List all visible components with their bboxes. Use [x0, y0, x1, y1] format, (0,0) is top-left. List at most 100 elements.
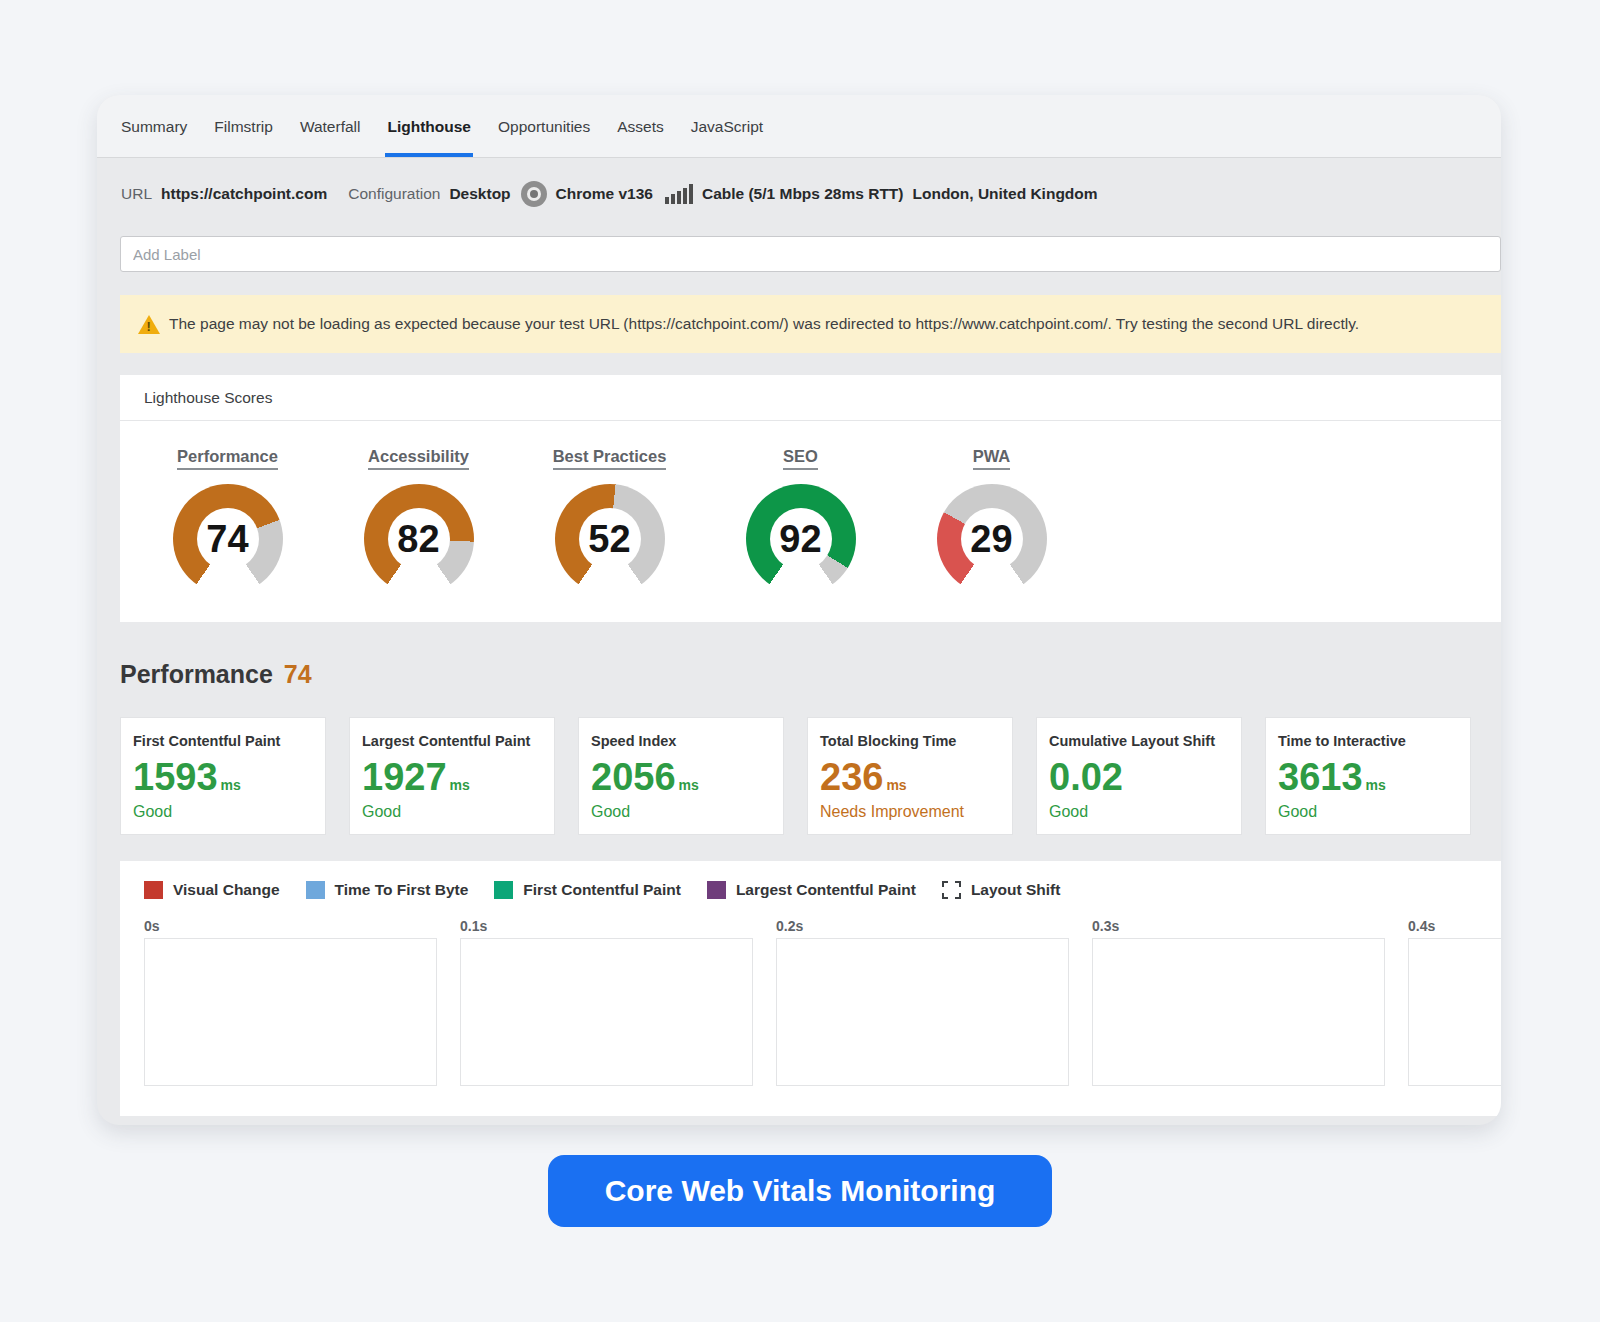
url-label: URL	[121, 185, 152, 203]
metric-cards: First Contentful Paint 1593ms Good Large…	[120, 717, 1501, 835]
metric-name: Total Blocking Time	[820, 733, 1000, 749]
browser-value: Chrome v136	[556, 185, 653, 203]
metric-value: 3613	[1278, 761, 1363, 793]
gauge-best-practices: Best Practices 52	[514, 447, 705, 594]
metric-status: Good	[1049, 803, 1229, 821]
tab-waterfall[interactable]: Waterfall	[298, 95, 363, 157]
lcp-swatch	[707, 881, 726, 899]
warning-icon	[138, 315, 160, 334]
metric-first-contentful-paint: First Contentful Paint 1593ms Good	[120, 717, 326, 835]
gauge-seo-score: 92	[746, 484, 856, 594]
metric-status: Good	[1278, 803, 1458, 821]
metric-status: Good	[591, 803, 771, 821]
lighthouse-scores-panel: Lighthouse Scores Performance 74 Accessi…	[120, 375, 1501, 622]
gauge-accessibility-ring: 82	[364, 484, 474, 594]
legend-layout-shift: Layout Shift	[942, 881, 1061, 899]
configuration-label: Configuration	[348, 185, 440, 203]
connection-value: Cable (5/1 Mbps 28ms RTT)	[702, 185, 904, 203]
location-value: London, United Kingdom	[912, 185, 1097, 203]
frame-image	[144, 938, 437, 1086]
gauge-pwa-ring: 29	[937, 484, 1047, 594]
gauge-best-practices-label[interactable]: Best Practices	[553, 447, 667, 470]
metric-unit: ms	[886, 777, 906, 793]
connection-signal-icon	[665, 184, 693, 204]
gauge-accessibility: Accessibility 82	[323, 447, 514, 594]
frame-time-label: 0.1s	[460, 918, 753, 934]
filmstrip-frame-04s: 0.4s	[1408, 918, 1501, 1086]
metric-status: Good	[133, 803, 313, 821]
legend-label: Visual Change	[173, 881, 280, 899]
tab-filmstrip[interactable]: Filmstrip	[212, 95, 275, 157]
legend-time-to-first-byte: Time To First Byte	[306, 881, 469, 899]
legend-visual-change: Visual Change	[144, 881, 280, 899]
tab-assets[interactable]: Assets	[615, 95, 666, 157]
legend-label: First Contentful Paint	[523, 881, 681, 899]
gauge-performance-label[interactable]: Performance	[177, 447, 278, 470]
filmstrip-legend: Visual Change Time To First Byte First C…	[144, 881, 1501, 899]
gauge-performance: Performance 74	[132, 447, 323, 594]
tab-javascript[interactable]: JavaScript	[689, 95, 765, 157]
legend-label: Time To First Byte	[335, 881, 469, 899]
tab-opportunities[interactable]: Opportunities	[496, 95, 592, 157]
gauge-pwa: PWA 29	[896, 447, 1087, 594]
metric-unit: ms	[679, 777, 699, 793]
frame-image	[776, 938, 1069, 1086]
gauge-seo-label[interactable]: SEO	[783, 447, 818, 470]
device-value: Desktop	[449, 185, 510, 203]
metric-largest-contentful-paint: Largest Contentful Paint 1927ms Good	[349, 717, 555, 835]
gauge-performance-ring: 74	[173, 484, 283, 594]
chrome-icon	[521, 181, 547, 207]
metric-total-blocking-time: Total Blocking Time 236ms Needs Improvem…	[807, 717, 1013, 835]
performance-score: 74	[284, 660, 312, 689]
frame-image	[460, 938, 753, 1086]
metric-cumulative-layout-shift: Cumulative Layout Shift 0.02 Good	[1036, 717, 1242, 835]
filmstrip-frame-01s: 0.1s	[460, 918, 753, 1086]
gauge-best-practices-score: 52	[555, 484, 665, 594]
gauge-accessibility-label[interactable]: Accessibility	[368, 447, 469, 470]
metric-name: First Contentful Paint	[133, 733, 313, 749]
metric-name: Cumulative Layout Shift	[1049, 733, 1229, 749]
frame-time-label: 0.2s	[776, 918, 1069, 934]
score-gauges: Performance 74 Accessibility 82 Best Pra…	[120, 421, 1501, 622]
redirect-warning-banner: The page may not be loading as expected …	[120, 295, 1501, 353]
filmstrip-frame-0s: 0s	[144, 918, 437, 1086]
gauge-seo: SEO 92	[705, 447, 896, 594]
filmstrip-panel: Visual Change Time To First Byte First C…	[120, 861, 1501, 1116]
legend-label: Largest Contentful Paint	[736, 881, 916, 899]
test-config-row: URL https://catchpoint.com Configuration…	[97, 158, 1501, 224]
frame-image	[1408, 938, 1501, 1086]
metric-speed-index: Speed Index 2056ms Good	[578, 717, 784, 835]
gauge-seo-ring: 92	[746, 484, 856, 594]
metric-value: 1927	[362, 761, 447, 793]
filmstrip-frame-02s: 0.2s	[776, 918, 1069, 1086]
frame-time-label: 0s	[144, 918, 437, 934]
gauge-pwa-label[interactable]: PWA	[973, 447, 1011, 470]
gauge-performance-score: 74	[173, 484, 283, 594]
gauge-accessibility-score: 82	[364, 484, 474, 594]
performance-title: Performance	[120, 660, 273, 689]
frame-image	[1092, 938, 1385, 1086]
fcp-swatch	[494, 881, 513, 899]
frame-time-label: 0.4s	[1408, 918, 1501, 934]
gauge-pwa-score: 29	[937, 484, 1047, 594]
layout-shift-swatch	[942, 881, 961, 899]
tab-lighthouse[interactable]: Lighthouse	[385, 95, 473, 157]
legend-label: Layout Shift	[971, 881, 1061, 899]
metric-value: 0.02	[1049, 761, 1123, 793]
legend-first-contentful-paint: First Contentful Paint	[494, 881, 681, 899]
metric-value: 1593	[133, 761, 218, 793]
lighthouse-scores-title: Lighthouse Scores	[120, 375, 1501, 421]
performance-section-heading: Performance 74	[120, 660, 1501, 689]
tab-summary[interactable]: Summary	[119, 95, 189, 157]
add-label-input[interactable]	[120, 236, 1501, 272]
ttfb-swatch	[306, 881, 325, 899]
test-url: https://catchpoint.com	[161, 185, 327, 203]
core-web-vitals-monitoring-button[interactable]: Core Web Vitals Monitoring	[548, 1155, 1052, 1227]
metric-name: Speed Index	[591, 733, 771, 749]
metric-unit: ms	[450, 777, 470, 793]
filmstrip-frames: 0s 0.1s 0.2s 0.3s 0.4s	[144, 918, 1501, 1086]
warning-text: The page may not be loading as expected …	[169, 315, 1359, 333]
metric-value: 2056	[591, 761, 676, 793]
metric-time-to-interactive: Time to Interactive 3613ms Good	[1265, 717, 1471, 835]
metric-status: Needs Improvement	[820, 803, 1000, 821]
